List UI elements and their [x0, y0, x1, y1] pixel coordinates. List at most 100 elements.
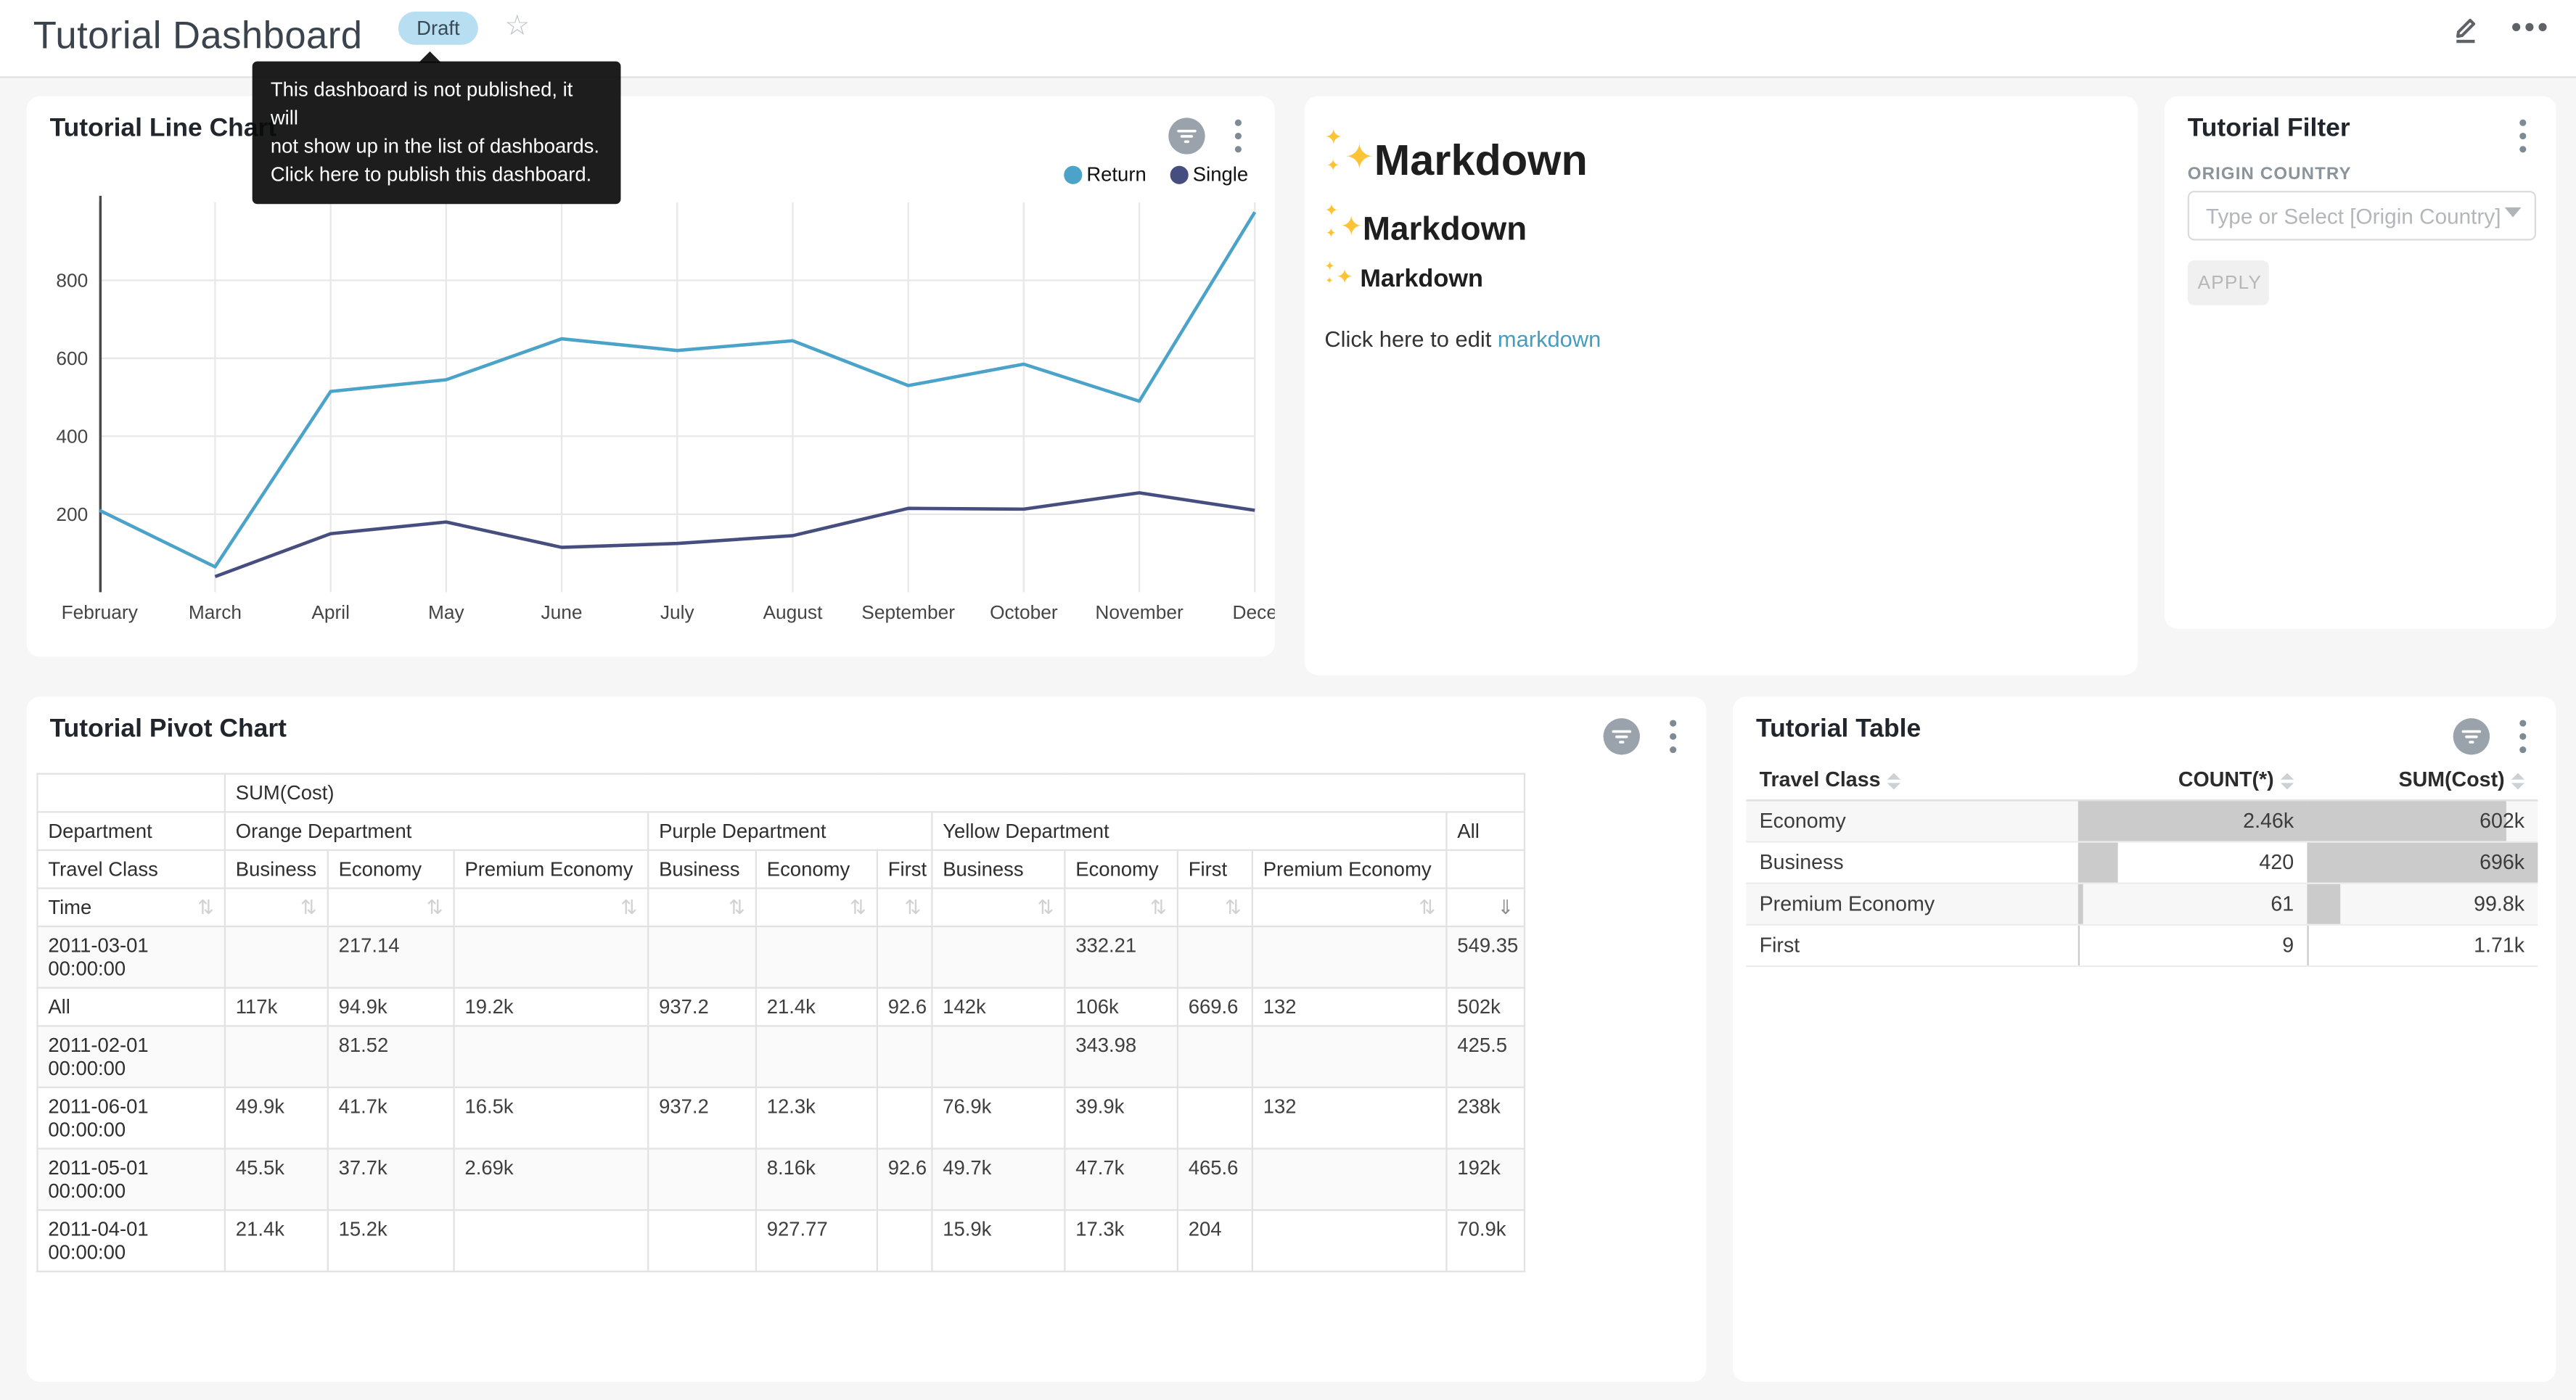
- pivot-value-cell: 21.4k: [756, 988, 877, 1026]
- data-table: Travel ClassCOUNT(*)SUM(Cost)Economy2.46…: [1746, 759, 2538, 967]
- pivot-value-cell: 49.9k: [225, 1087, 328, 1149]
- cell-bar: [2307, 801, 2506, 841]
- pivot-value-cell: [1252, 1026, 1447, 1087]
- filter-badge-icon[interactable]: [1604, 718, 1640, 754]
- filter-badge-icon[interactable]: [1168, 118, 1205, 154]
- sort-icon[interactable]: ⇅: [1419, 896, 1436, 919]
- pivot-value-cell: 37.7k: [328, 1149, 454, 1211]
- sort-caret-icon[interactable]: [1887, 773, 1900, 789]
- x-tick-label: October: [990, 601, 1058, 623]
- x-tick-label: August: [763, 601, 824, 623]
- metric-cell: 420: [2078, 842, 2308, 884]
- sort-icon[interactable]: ⇅: [1150, 896, 1167, 919]
- pivot-value-cell: [648, 1210, 756, 1272]
- pivot-value-cell: 502k: [1446, 988, 1525, 1026]
- pivot-class-header[interactable]: Economy: [328, 850, 454, 889]
- pivot-value-cell: [877, 926, 932, 988]
- pivot-class-header[interactable]: Business: [225, 850, 328, 889]
- filter-badge-icon[interactable]: [2453, 718, 2490, 754]
- draft-tooltip: This dashboard is not published, it will…: [253, 62, 621, 205]
- pivot-class-header[interactable]: Economy: [756, 850, 877, 889]
- cell-bar: [2307, 926, 2308, 965]
- sort-icon[interactable]: ⇅: [850, 896, 866, 919]
- sort-icon[interactable]: ⇅: [620, 896, 637, 919]
- table-column-header[interactable]: SUM(Cost): [2307, 759, 2538, 800]
- cell-bar: [2307, 884, 2339, 924]
- markdown-edit-link[interactable]: markdown: [1498, 326, 1601, 351]
- edit-dashboard-button[interactable]: [2443, 7, 2486, 49]
- line-chart[interactable]: FebruaryMarchAprilMayJuneJulyAugustSepte…: [27, 189, 1275, 641]
- table-column-header[interactable]: COUNT(*): [2078, 759, 2308, 800]
- filter-card: Tutorial Filter ORIGIN COUNTRY Type or S…: [2165, 96, 2556, 629]
- sort-caret-icon[interactable]: [2281, 773, 2294, 789]
- pivot-value-cell: 45.5k: [225, 1149, 328, 1211]
- sparkles-icon: ✦✦✦: [1324, 207, 1363, 241]
- pivot-class-header[interactable]: Premium Economy: [1252, 850, 1447, 889]
- pivot-value-cell: [454, 926, 649, 988]
- pivot-value-cell: 94.9k: [328, 988, 454, 1026]
- pivot-all-header[interactable]: All: [1446, 812, 1525, 850]
- pivot-metric-header: SUM(Cost): [225, 774, 1525, 812]
- pivot-value-cell: 937.2: [648, 1087, 756, 1149]
- y-tick-label: 600: [56, 347, 88, 369]
- pivot-row-label: 2011-02-0100:00:00: [37, 1026, 224, 1087]
- pivot-row-label: 2011-05-0100:00:00: [37, 1149, 224, 1211]
- pivot-row-label: All: [37, 988, 224, 1026]
- table-card-title: Tutorial Table: [1756, 715, 1921, 745]
- sort-icon[interactable]: ⇅: [729, 896, 745, 919]
- markdown-h2: ✦✦✦Markdown: [1324, 207, 1527, 250]
- travel-class-cell: Economy: [1746, 800, 2077, 841]
- pivot-value-cell: 70.9k: [1446, 1210, 1525, 1272]
- apply-button[interactable]: APPLY: [2188, 260, 2269, 305]
- pivot-class-header[interactable]: Premium Economy: [454, 850, 649, 889]
- tooltip-line: This dashboard is not published, it will: [271, 76, 602, 133]
- kebab-menu-icon[interactable]: [2510, 118, 2537, 154]
- pivot-group-header[interactable]: Purple Department: [648, 812, 932, 850]
- pivot-class-header[interactable]: Economy: [1065, 850, 1178, 889]
- kebab-menu-icon[interactable]: [1660, 718, 1686, 754]
- pivot-group-header[interactable]: Yellow Department: [932, 812, 1446, 850]
- metric-cell: 696k: [2307, 842, 2538, 884]
- pivot-sort-cell: ⇅: [1178, 889, 1252, 927]
- pivot-value-cell: [648, 1149, 756, 1211]
- origin-country-select[interactable]: Type or Select [Origin Country]: [2188, 191, 2536, 241]
- pivot-value-cell: [454, 1210, 649, 1272]
- pivot-value-cell: 76.9k: [932, 1087, 1065, 1149]
- sort-icon[interactable]: ⇅: [1037, 896, 1054, 919]
- sort-icon[interactable]: ⇅: [904, 896, 921, 919]
- sort-caret-icon[interactable]: [2511, 773, 2524, 789]
- pivot-class-header[interactable]: First: [877, 850, 932, 889]
- series-line-single: [215, 493, 1255, 577]
- sort-icon[interactable]: ⇅: [1225, 896, 1242, 919]
- pivot-value-cell: 669.6: [1178, 988, 1252, 1026]
- kebab-menu-icon[interactable]: [1225, 118, 1252, 154]
- pivot-value-cell: [1252, 926, 1447, 988]
- pivot-value-cell: [756, 926, 877, 988]
- pivot-value-cell: 425.5: [1446, 1026, 1525, 1087]
- legend-item-single[interactable]: Single: [1170, 162, 1248, 186]
- pivot-value-cell: 937.2: [648, 988, 756, 1026]
- sort-icon[interactable]: ⇅: [197, 896, 214, 919]
- sort-icon[interactable]: ⇅: [300, 896, 317, 919]
- favorite-star-icon[interactable]: ☆: [504, 10, 530, 44]
- draft-status-badge[interactable]: Draft: [398, 12, 478, 45]
- x-tick-label: February: [62, 601, 139, 623]
- pivot-value-cell: 106k: [1065, 988, 1178, 1026]
- pivot-value-cell: 332.21: [1065, 926, 1178, 988]
- sort-desc-icon[interactable]: ⇓: [1497, 896, 1514, 919]
- legend-item-return[interactable]: Return: [1063, 162, 1146, 186]
- pivot-value-cell: [877, 1210, 932, 1272]
- pivot-class-header[interactable]: First: [1178, 850, 1252, 889]
- table-column-header[interactable]: Travel Class: [1746, 759, 2077, 800]
- kebab-menu-icon[interactable]: [2510, 718, 2537, 754]
- x-tick-label: November: [1095, 601, 1184, 623]
- dashboard-menu-button[interactable]: •••: [2510, 7, 2553, 49]
- markdown-paragraph: Click here to edit markdown: [1324, 326, 1601, 351]
- markdown-card[interactable]: ✦✦✦Markdown ✦✦✦Markdown ✦✦✦ Markdown Cli…: [1305, 96, 2138, 675]
- sort-icon[interactable]: ⇅: [427, 896, 443, 919]
- pivot-corner-cell: [37, 774, 224, 812]
- pivot-class-header[interactable]: Business: [932, 850, 1065, 889]
- pivot-group-header[interactable]: Orange Department: [225, 812, 648, 850]
- pivot-class-header[interactable]: Business: [648, 850, 756, 889]
- pivot-time-header[interactable]: Time⇅: [37, 889, 224, 927]
